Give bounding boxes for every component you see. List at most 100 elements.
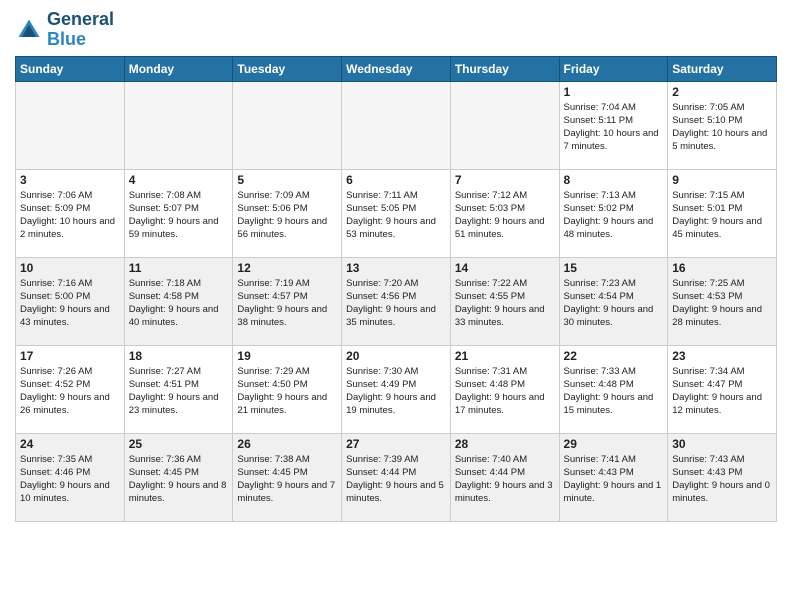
day-info: Sunrise: 7:16 AM Sunset: 5:00 PM Dayligh… bbox=[20, 277, 120, 330]
calendar-cell: 12 Sunrise: 7:19 AM Sunset: 4:57 PM Dayli… bbox=[233, 257, 342, 345]
calendar-cell: 22 Sunrise: 7:33 AM Sunset: 4:48 PM Dayli… bbox=[559, 345, 668, 433]
calendar-table: SundayMondayTuesdayWednesdayThursdayFrid… bbox=[15, 56, 777, 522]
day-number: 9 bbox=[672, 173, 772, 187]
logo: General Blue bbox=[15, 10, 114, 50]
day-info: Sunrise: 7:34 AM Sunset: 4:47 PM Dayligh… bbox=[672, 365, 772, 418]
day-info: Sunrise: 7:22 AM Sunset: 4:55 PM Dayligh… bbox=[455, 277, 555, 330]
calendar-cell: 1 Sunrise: 7:04 AM Sunset: 5:11 PM Daylig… bbox=[559, 81, 668, 169]
calendar-cell: 28 Sunrise: 7:40 AM Sunset: 4:44 PM Dayli… bbox=[450, 433, 559, 521]
weekday-header-wednesday: Wednesday bbox=[342, 56, 451, 81]
day-number: 23 bbox=[672, 349, 772, 363]
day-info: Sunrise: 7:25 AM Sunset: 4:53 PM Dayligh… bbox=[672, 277, 772, 330]
day-info: Sunrise: 7:04 AM Sunset: 5:11 PM Dayligh… bbox=[564, 101, 664, 154]
calendar-cell: 25Sunrise: 7:36 AM Sunset: 4:45 PM Dayli… bbox=[124, 433, 233, 521]
day-number: 15 bbox=[564, 261, 664, 275]
calendar-cell: 19 Sunrise: 7:29 AM Sunset: 4:50 PM Dayli… bbox=[233, 345, 342, 433]
day-info: Sunrise: 7:35 AM Sunset: 4:46 PM Dayligh… bbox=[20, 453, 120, 506]
calendar-week-3: 17Sunrise: 7:26 AM Sunset: 4:52 PM Dayli… bbox=[16, 345, 777, 433]
weekday-header-friday: Friday bbox=[559, 56, 668, 81]
day-number: 26 bbox=[237, 437, 337, 451]
weekday-header-thursday: Thursday bbox=[450, 56, 559, 81]
day-number: 4 bbox=[129, 173, 229, 187]
day-number: 13 bbox=[346, 261, 446, 275]
calendar-cell: 16 Sunrise: 7:25 AM Sunset: 4:53 PM Dayli… bbox=[668, 257, 777, 345]
logo-icon bbox=[15, 16, 43, 44]
calendar-cell: 6 Sunrise: 7:11 AM Sunset: 5:05 PM Daylig… bbox=[342, 169, 451, 257]
day-number: 10 bbox=[20, 261, 120, 275]
calendar-cell: 7Sunrise: 7:12 AM Sunset: 5:03 PM Daylig… bbox=[450, 169, 559, 257]
calendar-cell: 4 Sunrise: 7:08 AM Sunset: 5:07 PM Daylig… bbox=[124, 169, 233, 257]
calendar-week-4: 24Sunrise: 7:35 AM Sunset: 4:46 PM Dayli… bbox=[16, 433, 777, 521]
day-info: Sunrise: 7:13 AM Sunset: 5:02 PM Dayligh… bbox=[564, 189, 664, 242]
day-number: 30 bbox=[672, 437, 772, 451]
day-info: Sunrise: 7:15 AM Sunset: 5:01 PM Dayligh… bbox=[672, 189, 772, 242]
calendar-cell: 2 Sunrise: 7:05 AM Sunset: 5:10 PM Daylig… bbox=[668, 81, 777, 169]
day-info: Sunrise: 7:20 AM Sunset: 4:56 PM Dayligh… bbox=[346, 277, 446, 330]
day-info: Sunrise: 7:05 AM Sunset: 5:10 PM Dayligh… bbox=[672, 101, 772, 154]
day-number: 5 bbox=[237, 173, 337, 187]
day-info: Sunrise: 7:27 AM Sunset: 4:51 PM Dayligh… bbox=[129, 365, 229, 418]
day-info: Sunrise: 7:09 AM Sunset: 5:06 PM Dayligh… bbox=[237, 189, 337, 242]
day-info: Sunrise: 7:38 AM Sunset: 4:45 PM Dayligh… bbox=[237, 453, 337, 506]
calendar-cell: 3 Sunrise: 7:06 AM Sunset: 5:09 PM Daylig… bbox=[16, 169, 125, 257]
calendar-cell: 29Sunrise: 7:41 AM Sunset: 4:43 PM Dayli… bbox=[559, 433, 668, 521]
day-info: Sunrise: 7:11 AM Sunset: 5:05 PM Dayligh… bbox=[346, 189, 446, 242]
day-number: 11 bbox=[129, 261, 229, 275]
day-number: 22 bbox=[564, 349, 664, 363]
day-info: Sunrise: 7:33 AM Sunset: 4:48 PM Dayligh… bbox=[564, 365, 664, 418]
calendar-cell: 23 Sunrise: 7:34 AM Sunset: 4:47 PM Dayli… bbox=[668, 345, 777, 433]
calendar-cell: 21 Sunrise: 7:31 AM Sunset: 4:48 PM Dayli… bbox=[450, 345, 559, 433]
day-number: 6 bbox=[346, 173, 446, 187]
calendar-cell: 11 Sunrise: 7:18 AM Sunset: 4:58 PM Dayli… bbox=[124, 257, 233, 345]
calendar-cell: 13 Sunrise: 7:20 AM Sunset: 4:56 PM Dayli… bbox=[342, 257, 451, 345]
calendar-cell: 10 Sunrise: 7:16 AM Sunset: 5:00 PM Dayli… bbox=[16, 257, 125, 345]
weekday-header-saturday: Saturday bbox=[668, 56, 777, 81]
day-info: Sunrise: 7:08 AM Sunset: 5:07 PM Dayligh… bbox=[129, 189, 229, 242]
day-info: Sunrise: 7:18 AM Sunset: 4:58 PM Dayligh… bbox=[129, 277, 229, 330]
day-number: 27 bbox=[346, 437, 446, 451]
day-info: Sunrise: 7:06 AM Sunset: 5:09 PM Dayligh… bbox=[20, 189, 120, 242]
calendar-header-row: SundayMondayTuesdayWednesdayThursdayFrid… bbox=[16, 56, 777, 81]
day-number: 12 bbox=[237, 261, 337, 275]
day-info: Sunrise: 7:31 AM Sunset: 4:48 PM Dayligh… bbox=[455, 365, 555, 418]
day-info: Sunrise: 7:30 AM Sunset: 4:49 PM Dayligh… bbox=[346, 365, 446, 418]
day-number: 3 bbox=[20, 173, 120, 187]
main-container: General Blue SundayMondayTuesdayWednesda… bbox=[0, 0, 792, 532]
calendar-cell: 24Sunrise: 7:35 AM Sunset: 4:46 PM Dayli… bbox=[16, 433, 125, 521]
calendar-cell: 17Sunrise: 7:26 AM Sunset: 4:52 PM Dayli… bbox=[16, 345, 125, 433]
day-info: Sunrise: 7:19 AM Sunset: 4:57 PM Dayligh… bbox=[237, 277, 337, 330]
calendar-cell: 5 Sunrise: 7:09 AM Sunset: 5:06 PM Daylig… bbox=[233, 169, 342, 257]
calendar-cell bbox=[342, 81, 451, 169]
calendar-week-0: 1 Sunrise: 7:04 AM Sunset: 5:11 PM Daylig… bbox=[16, 81, 777, 169]
calendar-cell: 30Sunrise: 7:43 AM Sunset: 4:43 PM Dayli… bbox=[668, 433, 777, 521]
day-number: 19 bbox=[237, 349, 337, 363]
day-number: 20 bbox=[346, 349, 446, 363]
calendar-cell: 20 Sunrise: 7:30 AM Sunset: 4:49 PM Dayli… bbox=[342, 345, 451, 433]
calendar-week-1: 3 Sunrise: 7:06 AM Sunset: 5:09 PM Daylig… bbox=[16, 169, 777, 257]
calendar-cell bbox=[16, 81, 125, 169]
day-info: Sunrise: 7:40 AM Sunset: 4:44 PM Dayligh… bbox=[455, 453, 555, 506]
day-number: 18 bbox=[129, 349, 229, 363]
day-number: 8 bbox=[564, 173, 664, 187]
day-number: 21 bbox=[455, 349, 555, 363]
day-number: 7 bbox=[455, 173, 555, 187]
day-number: 1 bbox=[564, 85, 664, 99]
day-info: Sunrise: 7:29 AM Sunset: 4:50 PM Dayligh… bbox=[237, 365, 337, 418]
day-info: Sunrise: 7:41 AM Sunset: 4:43 PM Dayligh… bbox=[564, 453, 664, 506]
day-info: Sunrise: 7:39 AM Sunset: 4:44 PM Dayligh… bbox=[346, 453, 446, 506]
calendar-cell bbox=[124, 81, 233, 169]
calendar-cell bbox=[233, 81, 342, 169]
day-info: Sunrise: 7:23 AM Sunset: 4:54 PM Dayligh… bbox=[564, 277, 664, 330]
day-number: 17 bbox=[20, 349, 120, 363]
calendar-cell: 15 Sunrise: 7:23 AM Sunset: 4:54 PM Dayli… bbox=[559, 257, 668, 345]
day-number: 28 bbox=[455, 437, 555, 451]
day-number: 16 bbox=[672, 261, 772, 275]
day-number: 2 bbox=[672, 85, 772, 99]
calendar-week-2: 10 Sunrise: 7:16 AM Sunset: 5:00 PM Dayli… bbox=[16, 257, 777, 345]
weekday-header-monday: Monday bbox=[124, 56, 233, 81]
day-number: 14 bbox=[455, 261, 555, 275]
calendar-cell bbox=[450, 81, 559, 169]
weekday-header-sunday: Sunday bbox=[16, 56, 125, 81]
calendar-cell: 27 Sunrise: 7:39 AM Sunset: 4:44 PM Dayli… bbox=[342, 433, 451, 521]
logo-text: General Blue bbox=[47, 10, 114, 50]
